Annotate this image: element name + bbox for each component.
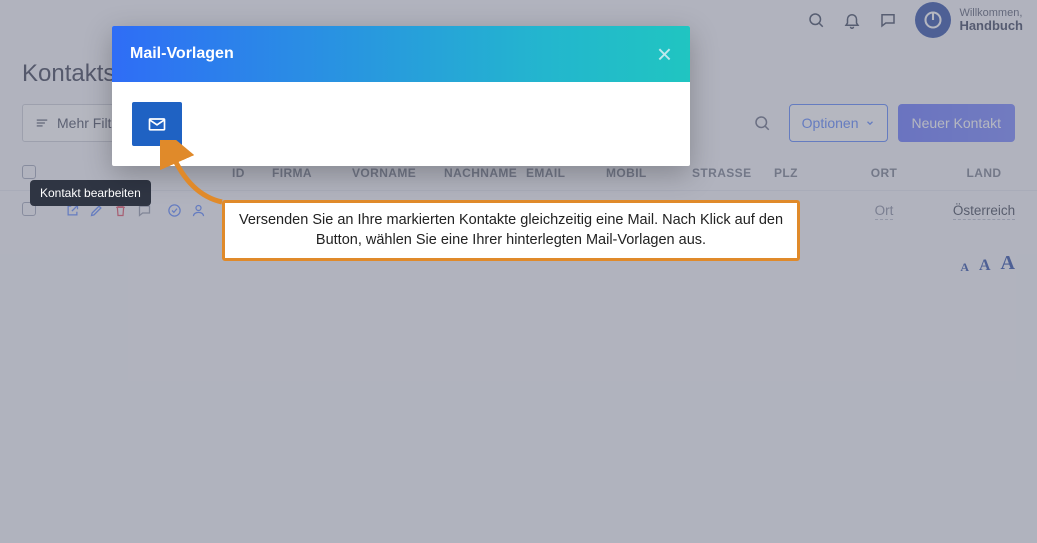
- power-icon: [915, 2, 951, 38]
- modal-body: [112, 82, 690, 166]
- font-size-medium[interactable]: A: [979, 257, 991, 275]
- close-icon[interactable]: ×: [657, 41, 672, 67]
- user-icon[interactable]: [190, 203, 206, 219]
- chat-row-icon[interactable]: [136, 203, 152, 219]
- col-strasse[interactable]: STRASSE: [692, 166, 774, 180]
- check-circle-icon[interactable]: [166, 203, 182, 219]
- callout-box: Versenden Sie an Ihre markierten Kontakt…: [222, 200, 800, 261]
- cell-ort: Ort: [834, 203, 934, 218]
- col-ort[interactable]: ORT: [834, 166, 934, 180]
- font-size-large[interactable]: A: [1001, 252, 1015, 275]
- more-filters-label: Mehr Filt: [57, 115, 111, 131]
- edit-icon[interactable]: [88, 203, 104, 219]
- col-plz[interactable]: PLZ: [774, 166, 834, 180]
- col-id[interactable]: ID: [232, 166, 272, 180]
- welcome-text: Willkommen, Handbuch: [959, 7, 1023, 33]
- font-size-controls: A A A: [960, 252, 1015, 275]
- col-mobil[interactable]: MOBIL: [606, 166, 692, 180]
- new-contact-label: Neuer Kontakt: [912, 115, 1002, 131]
- mail-templates-modal: Mail-Vorlagen ×: [112, 26, 690, 166]
- col-email[interactable]: EMAIL: [526, 166, 606, 180]
- col-nachname[interactable]: NACHNAME: [444, 166, 526, 180]
- table-search-icon[interactable]: [745, 104, 779, 142]
- select-all-checkbox[interactable]: [22, 165, 36, 179]
- welcome-name: Handbuch: [959, 19, 1023, 33]
- row-actions: [64, 203, 166, 219]
- col-vorname[interactable]: VORNAME: [352, 166, 444, 180]
- modal-header: Mail-Vorlagen ×: [112, 26, 690, 82]
- options-button[interactable]: Optionen: [789, 104, 888, 142]
- col-land[interactable]: LAND: [934, 166, 1034, 180]
- chevron-down-icon: [865, 118, 875, 128]
- open-external-icon[interactable]: [64, 203, 80, 219]
- delete-icon[interactable]: [112, 203, 128, 219]
- modal-title: Mail-Vorlagen: [130, 45, 234, 63]
- row-checkbox[interactable]: [22, 202, 36, 216]
- send-mail-button[interactable]: [132, 102, 182, 146]
- welcome-block[interactable]: Willkommen, Handbuch: [915, 2, 1023, 38]
- search-icon[interactable]: [807, 11, 825, 29]
- envelope-icon: [147, 114, 167, 134]
- col-firma[interactable]: FIRMA: [272, 166, 352, 180]
- more-filters-button[interactable]: Mehr Filt: [22, 104, 124, 142]
- font-size-small[interactable]: A: [960, 260, 969, 275]
- chat-icon[interactable]: [879, 11, 897, 29]
- options-label: Optionen: [802, 115, 859, 131]
- cell-land: Österreich: [934, 203, 1034, 218]
- bell-icon[interactable]: [843, 11, 861, 29]
- new-contact-button[interactable]: Neuer Kontakt: [898, 104, 1016, 142]
